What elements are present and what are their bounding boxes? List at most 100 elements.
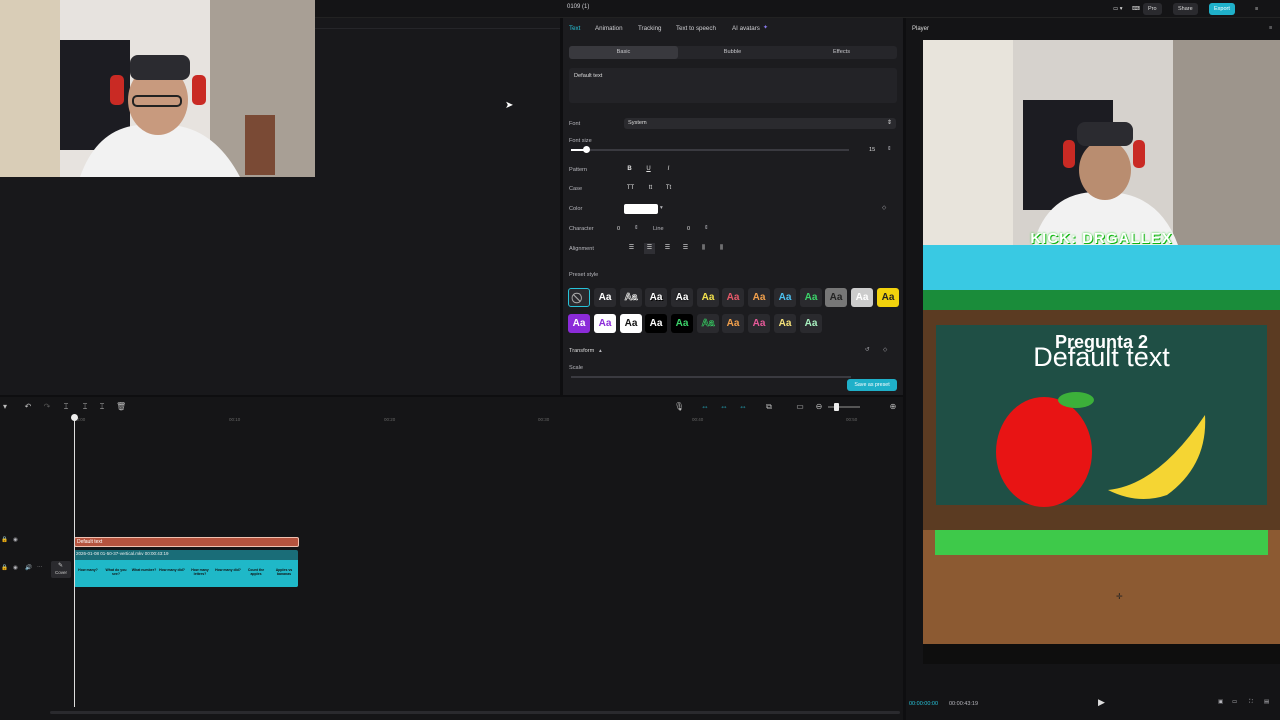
font-select[interactable]: System ⇕ (624, 118, 896, 129)
save-as-preset-button[interactable]: Save as preset (847, 379, 897, 391)
export-button[interactable]: Export (1209, 3, 1235, 15)
player-tool-1-icon[interactable]: ▣ (1218, 699, 1223, 705)
preset-style-1[interactable]: Aa (594, 288, 616, 307)
video-preview[interactable]: KICK: DRGALLEX Pregunta 2 Default text ✛ (923, 40, 1280, 664)
preset-style-17[interactable]: Aa (671, 314, 693, 333)
tab-tracking[interactable]: Tracking (638, 25, 662, 32)
share-button[interactable]: Share (1173, 3, 1198, 15)
bold-button[interactable]: B (624, 164, 635, 175)
chevron-down-icon[interactable]: ▾ (660, 205, 663, 211)
split-left-icon[interactable]: ⌶ (80, 402, 90, 412)
scale-slider[interactable] (571, 376, 851, 378)
lowercase-button[interactable]: tt (645, 183, 656, 194)
line-stepper-icon[interactable]: ⇕ (704, 225, 709, 231)
preset-style-16[interactable]: Aa (645, 314, 667, 333)
reset-icon[interactable]: ↺ (865, 347, 870, 353)
font-size-slider[interactable] (571, 149, 849, 151)
redo-icon[interactable]: ↷ (42, 402, 52, 412)
align-center-icon[interactable]: ☰ (644, 243, 655, 254)
video-track-audio-icon[interactable]: 🔊 (25, 565, 32, 571)
player-tool-2-icon[interactable]: ▭ (1232, 699, 1237, 705)
transform-label[interactable]: Transform (569, 348, 594, 354)
default-text-overlay[interactable]: Default text (923, 342, 1280, 373)
preset-style-9[interactable]: Aa (800, 288, 822, 307)
tab-text[interactable]: Text (569, 25, 580, 32)
preset-style-2[interactable]: Aa (620, 288, 642, 307)
track-lock-icon[interactable]: 🔒 (1, 537, 8, 543)
text-content-input[interactable]: Default text (569, 68, 897, 103)
play-icon[interactable]: ▶ (1098, 697, 1105, 708)
zoom-in-icon[interactable]: ⊕ (888, 402, 898, 412)
split-right-icon[interactable]: ⌶ (97, 402, 107, 412)
color-swatch[interactable] (624, 204, 658, 214)
preset-style-11[interactable]: Aa (851, 288, 873, 307)
font-size-slider-handle[interactable] (583, 146, 591, 153)
playhead-handle[interactable] (71, 414, 78, 421)
video-track-visibility-icon[interactable]: ◉ (13, 565, 18, 571)
zoom-slider-handle[interactable] (834, 403, 839, 411)
track-visibility-icon[interactable]: ◉ (13, 537, 18, 543)
split-icon[interactable]: ⌶ (61, 402, 71, 412)
delete-icon[interactable]: 🗑 (116, 402, 126, 412)
titlecase-button[interactable]: Tt (663, 183, 674, 194)
preset-style-4[interactable]: Aa (671, 288, 693, 307)
link-icon[interactable]: ⇔ (700, 402, 710, 412)
snap-icon[interactable]: ⇔ (738, 402, 748, 412)
preset-style-21[interactable]: Aa (774, 314, 796, 333)
uppercase-button[interactable]: TT (625, 183, 636, 194)
character-stepper-icon[interactable]: ⇕ (634, 225, 639, 231)
zoom-out-icon[interactable]: ⊖ (814, 402, 824, 412)
subtab-basic[interactable]: Basic (569, 46, 678, 59)
video-track-more-icon[interactable]: ⋯ (37, 565, 43, 571)
preset-style-8[interactable]: Aa (774, 288, 796, 307)
preset-style-20[interactable]: Aa (748, 314, 770, 333)
italic-button[interactable]: I (663, 164, 674, 175)
video-track-lock-icon[interactable]: 🔒 (1, 565, 8, 571)
line-value[interactable]: 0 (687, 226, 690, 232)
text-clip[interactable]: Default text (74, 537, 299, 547)
playhead[interactable] (74, 415, 75, 707)
keyframe-icon[interactable]: ◇ (882, 205, 886, 211)
preset-style-22[interactable]: Aa (800, 314, 822, 333)
player-menu-icon[interactable]: ≡ (1269, 25, 1272, 31)
chevron-up-icon[interactable]: ▴ (599, 348, 602, 354)
preset-style-19[interactable]: Aa (722, 314, 744, 333)
tab-animation[interactable]: Animation (595, 25, 623, 32)
cover-button[interactable]: ✎ Cover (51, 561, 71, 578)
preset-style-10[interactable]: Aa (825, 288, 847, 307)
subtab-bubble[interactable]: Bubble (678, 46, 787, 59)
tab-text-to-speech[interactable]: Text to speech (676, 25, 716, 32)
player-tool-3-icon[interactable]: ▤ (1264, 699, 1269, 705)
layout-icon[interactable]: ▭ ▾ (1108, 3, 1128, 15)
align-vertical-bottom-icon[interactable]: ⫼ (716, 243, 727, 254)
align-left-icon[interactable]: ☰ (626, 243, 637, 254)
subtab-effects[interactable]: Effects (787, 46, 896, 59)
underline-button[interactable]: U (643, 164, 654, 175)
preset-style-12[interactable]: Aa (877, 288, 899, 307)
zoom-slider[interactable] (828, 406, 860, 408)
timeline-scrollbar[interactable] (50, 711, 900, 714)
character-value[interactable]: 0 (617, 226, 620, 232)
preset-style-6[interactable]: Aa (722, 288, 744, 307)
pro-button[interactable]: Pro (1143, 3, 1162, 15)
preset-style-13[interactable]: Aa (568, 314, 590, 333)
stepper-icon[interactable]: ⇕ (887, 146, 892, 152)
magnet-icon[interactable]: ⇔ (719, 402, 729, 412)
undo-icon[interactable]: ↶ (23, 402, 33, 412)
microphone-icon[interactable]: 🎙 (674, 402, 684, 412)
tab-ai-avatars[interactable]: AI avatars (732, 25, 760, 32)
menu-icon[interactable]: ≡ (1250, 3, 1263, 15)
video-clip[interactable]: 2026-01-08 01-50-37-vertical.mkv 00:00:4… (74, 550, 298, 587)
preset-style-18[interactable]: Aa (697, 314, 719, 333)
fullscreen-icon[interactable]: ⛶ (1249, 699, 1253, 706)
preset-style-15[interactable]: Aa (620, 314, 642, 333)
preview-axis-icon[interactable]: ⧉ (764, 402, 774, 412)
preset-style-14[interactable]: Aa (594, 314, 616, 333)
font-size-value[interactable]: 15 (869, 147, 875, 153)
captions-icon[interactable]: ▭ (795, 402, 805, 412)
align-vertical-icon[interactable]: ⫼ (698, 243, 709, 254)
align-justify-icon[interactable]: ☰ (680, 243, 691, 254)
preset-style-7[interactable]: Aa (748, 288, 770, 307)
align-right-icon[interactable]: ☰ (662, 243, 673, 254)
preset-style-3[interactable]: Aa (645, 288, 667, 307)
